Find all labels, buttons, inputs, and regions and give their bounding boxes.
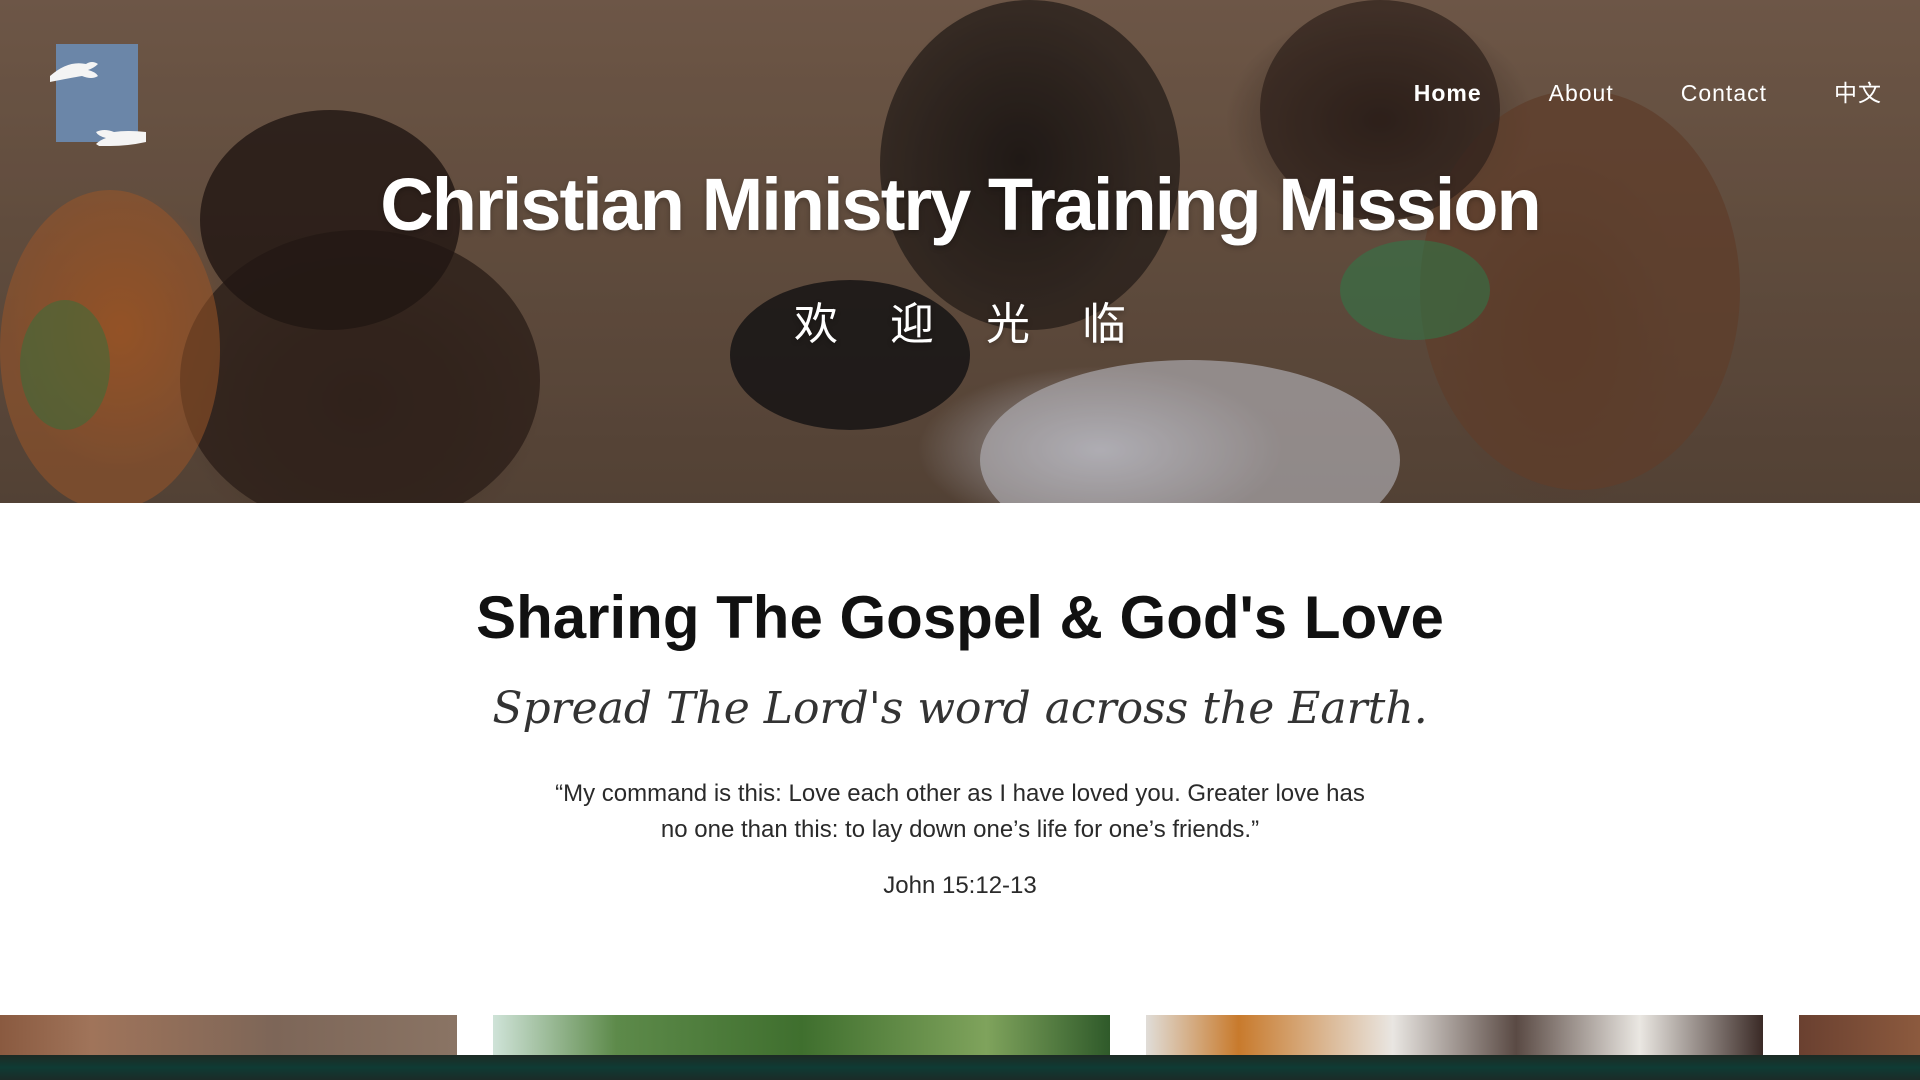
nav-chinese[interactable]: 中文 (1834, 76, 1882, 110)
site-logo[interactable] (50, 44, 146, 146)
section-tagline: Spread The Lord's word across the Earth. (492, 683, 1428, 734)
gallery-image[interactable] (0, 1015, 457, 1055)
gallery-image[interactable] (1799, 1015, 1920, 1055)
scripture-quote: “My command is this: Love each other as … (555, 780, 1365, 843)
photo-gallery (0, 1015, 1920, 1055)
nav-home[interactable]: Home (1414, 76, 1482, 110)
main-nav: Home About Contact 中文 (1347, 76, 1882, 110)
hands-icon (50, 62, 146, 146)
section-heading: Sharing The Gospel & God's Love (476, 584, 1444, 651)
hero-banner: Home About Contact 中文 Christian Ministry… (0, 0, 1920, 503)
gallery-image[interactable] (493, 1015, 1110, 1055)
nav-about[interactable]: About (1549, 76, 1614, 110)
nav-contact[interactable]: Contact (1681, 76, 1767, 110)
gallery-image[interactable] (1146, 1015, 1763, 1055)
hero-title: Christian Ministry Training Mission (380, 163, 1541, 246)
hero-subtitle: 欢迎光临 (794, 299, 1178, 350)
scripture-reference: John 15:12-13 (883, 872, 1037, 899)
window-bottom-bar (0, 1055, 1920, 1080)
